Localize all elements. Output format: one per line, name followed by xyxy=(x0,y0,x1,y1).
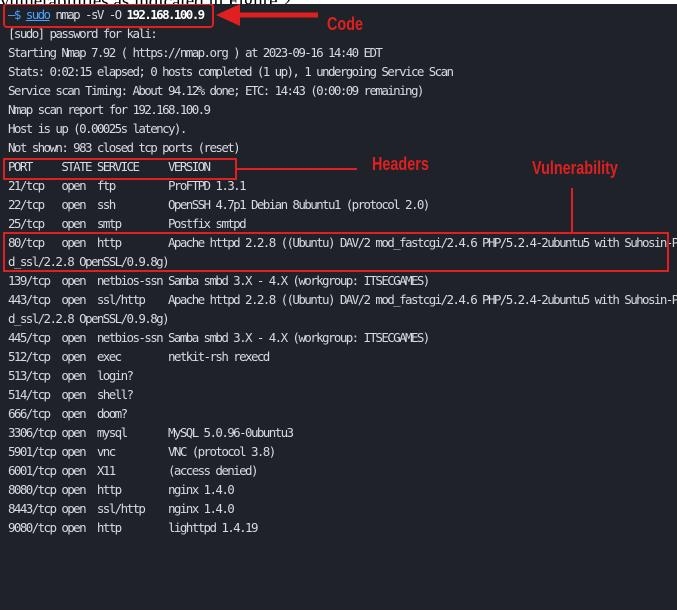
vulnerability-connector-line xyxy=(571,188,573,232)
port-row: 80/tcp open http Apache httpd 2.2.8 ((Ub… xyxy=(8,235,677,250)
port-row: 139/tcp open netbios-ssn Samba smbd 3.X … xyxy=(8,273,430,288)
port-row-wrap: d_ssl/2.2.8 OpenSSL/0.9.8g) xyxy=(8,311,170,326)
command-args: nmap -sV -O xyxy=(49,7,127,22)
port-row: 514/tcp open shell? xyxy=(8,387,134,402)
output-line: Not shown: 983 closed tcp ports (reset) xyxy=(8,140,241,155)
prompt-symbol: —$ xyxy=(8,7,26,22)
output-line: Starting Nmap 7.92 ( https://nmap.org ) … xyxy=(8,45,383,60)
port-row: 513/tcp open login? xyxy=(8,368,134,383)
code-arrow-icon xyxy=(216,4,318,26)
port-row: 22/tcp open ssh OpenSSH 4.7p1 Debian 8ub… xyxy=(8,197,430,212)
port-row: 8443/tcp open ssl/http nginx 1.4.0 xyxy=(8,501,235,516)
output-line: Stats: 0:02:15 elapsed; 0 hosts complete… xyxy=(8,64,454,79)
output-line: Nmap scan report for 192.168.100.9 xyxy=(8,102,211,117)
output-line: [sudo] password for kali: xyxy=(8,26,158,41)
output-line: Host is up (0.00025s latency). xyxy=(8,121,187,136)
code-annotation: Code xyxy=(327,14,363,34)
sudo-keyword: sudo xyxy=(25,7,51,22)
port-row: 5901/tcp open vnc VNC (protocol 3.8) xyxy=(8,444,276,459)
port-row: 8080/tcp open http nginx 1.4.0 xyxy=(8,482,235,497)
port-row: 25/tcp open smtp Postfix smtpd xyxy=(8,216,247,231)
command-line: —$ sudo nmap -sV -O 192.168.100.9 xyxy=(8,6,206,23)
output-line: Service scan Timing: About 94.12% done; … xyxy=(8,83,424,98)
port-row: 3306/tcp open mysql MySQL 5.0.96-0ubuntu… xyxy=(8,425,294,440)
port-row: 6001/tcp open X11 (access denied) xyxy=(8,463,258,478)
port-row: 666/tcp open doom? xyxy=(8,406,128,421)
target-ip: 192.168.100.9 xyxy=(126,7,206,22)
terminal-window[interactable]: —$ sudo nmap -sV -O 192.168.100.9 [sudo]… xyxy=(0,4,677,610)
vulnerability-annotation: Vulnerability xyxy=(532,158,618,178)
table-header: PORT STATE SERVICE VERSION xyxy=(8,159,211,174)
port-row: 443/tcp open ssl/http Apache httpd 2.2.8… xyxy=(8,292,677,307)
port-row: 21/tcp open ftp ProFTPD 1.3.1 xyxy=(8,178,247,193)
port-row-wrap: d_ssl/2.2.8 OpenSSL/0.9.8g) xyxy=(8,254,170,269)
port-row: 512/tcp open exec netkit-rsh rexecd xyxy=(8,349,270,364)
headers-connector-line xyxy=(237,168,357,170)
port-row: 9080/tcp open http lighttpd 1.4.19 xyxy=(8,520,258,535)
headers-annotation: Headers xyxy=(372,154,429,174)
port-row: 445/tcp open netbios-ssn Samba smbd 3.X … xyxy=(8,330,430,345)
